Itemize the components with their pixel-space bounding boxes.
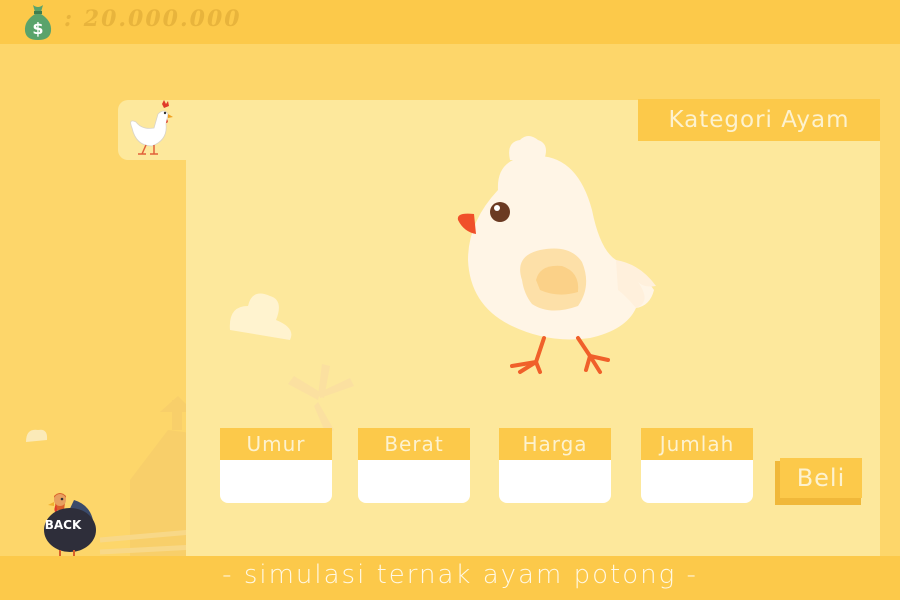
field-umur-label: Umur — [220, 428, 332, 460]
field-jumlah: Jumlah — [641, 428, 753, 504]
category-label: Kategori Ayam — [638, 99, 880, 141]
chick-illustration — [457, 136, 656, 374]
umur-input[interactable] — [220, 460, 332, 503]
footer-title: - simulasi ternak ayam potong - — [222, 560, 698, 590]
harga-input[interactable] — [499, 460, 611, 503]
berat-input[interactable] — [358, 460, 470, 503]
field-harga-label: Harga — [499, 428, 611, 460]
field-harga: Harga — [499, 428, 611, 504]
field-jumlah-label: Jumlah — [641, 428, 753, 460]
jumlah-input[interactable] — [641, 460, 753, 503]
buy-button[interactable]: Beli — [780, 458, 862, 498]
field-berat: Berat — [358, 428, 470, 504]
field-umur: Umur — [220, 428, 332, 504]
back-label: BACK — [44, 518, 82, 532]
field-berat-label: Berat — [358, 428, 470, 460]
